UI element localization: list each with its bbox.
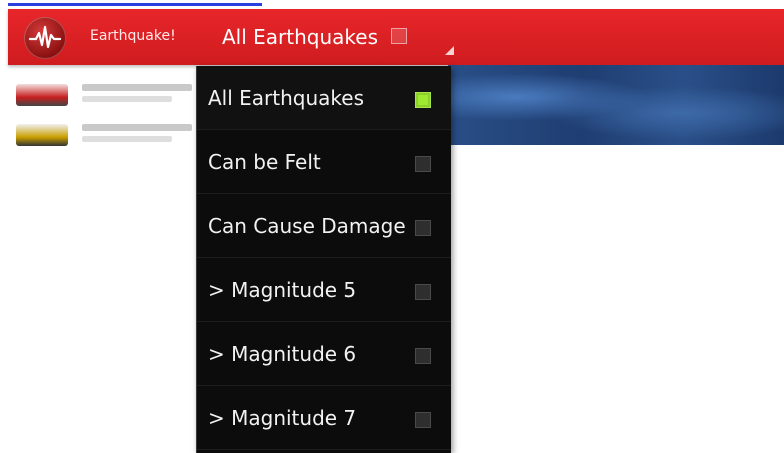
seismograph-icon[interactable] xyxy=(24,17,66,59)
menu-item-checkbox[interactable] xyxy=(415,220,431,236)
menu-item-checkbox[interactable] xyxy=(415,284,431,300)
menu-item-checkbox[interactable] xyxy=(415,412,431,428)
filter-spinner-label[interactable]: All Earthquakes xyxy=(222,25,378,49)
app-title: Earthquake! xyxy=(90,28,176,44)
menu-item-label: > Magnitude 6 xyxy=(208,342,357,366)
list-item-title xyxy=(82,124,192,131)
list-item-subtitle xyxy=(82,96,172,102)
menu-item-label: Can Cause Damage xyxy=(208,214,406,238)
menu-item-magnitude-7[interactable]: > Magnitude 7 xyxy=(197,386,451,450)
menu-item-can-cause-damage[interactable]: Can Cause Damage xyxy=(197,194,451,258)
menu-item-label: > Magnitude 7 xyxy=(208,406,357,430)
menu-item-checkbox[interactable] xyxy=(415,348,431,364)
list-item[interactable] xyxy=(10,120,196,150)
filter-dropdown-menu: All Earthquakes Can be Felt Can Cause Da… xyxy=(196,66,451,453)
menu-item-label: > Magnitude 5 xyxy=(208,278,357,302)
list-item[interactable] xyxy=(10,80,196,110)
menu-item-checkbox[interactable] xyxy=(415,92,431,108)
dropdown-corner-icon[interactable] xyxy=(445,46,454,55)
menu-item-label: Can be Felt xyxy=(208,150,321,174)
list-item-subtitle xyxy=(82,136,172,142)
action-bar: Earthquake! All Earthquakes xyxy=(8,9,784,65)
menu-item-magnitude-5[interactable]: > Magnitude 5 xyxy=(197,258,451,322)
menu-item-all-earthquakes[interactable]: All Earthquakes xyxy=(197,66,451,130)
menu-item-label: All Earthquakes xyxy=(208,86,365,110)
spinner-checkbox xyxy=(391,28,407,44)
list-item-title xyxy=(82,84,192,91)
menu-item-can-be-felt[interactable]: Can be Felt xyxy=(197,130,451,194)
menu-item-magnitude-6[interactable]: > Magnitude 6 xyxy=(197,322,451,386)
quake-thumbnail xyxy=(16,84,68,106)
top-link-underline[interactable] xyxy=(8,0,262,6)
quake-thumbnail xyxy=(16,124,68,146)
menu-item-checkbox[interactable] xyxy=(415,156,431,172)
map-banner xyxy=(448,65,784,145)
